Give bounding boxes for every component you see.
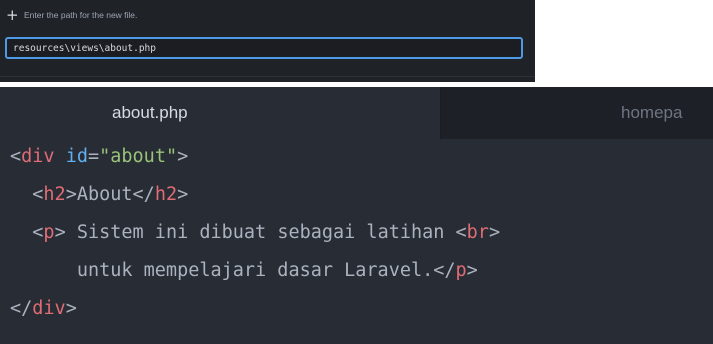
tag-name: p bbox=[43, 222, 55, 243]
attribute-name: id bbox=[65, 146, 88, 167]
tag-name: p bbox=[455, 260, 467, 281]
punctuation: > bbox=[466, 260, 478, 281]
code-editor: about.php homepa <div id="about"> <h2>Ab… bbox=[0, 87, 713, 344]
screenshot: + Enter the path for the new file. about… bbox=[0, 0, 713, 344]
attribute-value: "about" bbox=[99, 146, 178, 167]
text-content: About bbox=[76, 184, 133, 205]
new-file-dialog: + Enter the path for the new file. bbox=[0, 0, 535, 82]
code-line-5: </div> bbox=[10, 295, 77, 323]
punctuation: < bbox=[32, 184, 44, 205]
punctuation: < bbox=[10, 146, 22, 167]
punctuation: > bbox=[65, 298, 77, 319]
tab-homepage[interactable]: homepa bbox=[441, 87, 713, 139]
code-area[interactable]: <div id="about"> <h2>About</h2> <p> Sist… bbox=[0, 139, 713, 344]
new-file-header: + Enter the path for the new file. bbox=[6, 7, 137, 23]
tab-about-php[interactable]: about.php bbox=[0, 87, 440, 139]
text-content: untuk mempelajari dasar Laravel. bbox=[76, 260, 434, 281]
tag-name: h2 bbox=[43, 184, 66, 205]
code-line-3: <p> Sistem ini dibuat sebagai latihan <b… bbox=[10, 219, 500, 247]
code-line-1: <div id="about"> bbox=[10, 143, 188, 171]
tag-name: div bbox=[21, 146, 55, 167]
tag-name: br bbox=[466, 222, 489, 243]
code-line-2: <h2>About</h2> bbox=[10, 181, 188, 209]
punctuation: > bbox=[488, 222, 501, 243]
punctuation: </ bbox=[433, 260, 456, 281]
punctuation: > bbox=[177, 184, 189, 205]
tag-name: div bbox=[32, 298, 66, 319]
code-line-4: untuk mempelajari dasar Laravel.</p> bbox=[10, 257, 478, 285]
punctuation: > bbox=[177, 146, 189, 167]
text-content: Sistem ini dibuat sebagai latihan bbox=[65, 222, 456, 243]
tab-bar: about.php homepa bbox=[0, 87, 713, 139]
punctuation: > bbox=[54, 222, 66, 243]
punctuation: </ bbox=[10, 298, 33, 319]
punctuation: = bbox=[87, 146, 100, 167]
new-file-prompt-label: Enter the path for the new file. bbox=[24, 10, 138, 20]
punctuation: > bbox=[65, 184, 77, 205]
tab-label: about.php bbox=[112, 103, 188, 122]
punctuation: </ bbox=[132, 184, 155, 205]
punctuation: < bbox=[455, 222, 467, 243]
file-path-input[interactable] bbox=[5, 37, 523, 59]
tag-name: h2 bbox=[154, 184, 178, 205]
tab-label: homepa bbox=[621, 103, 683, 122]
divider bbox=[0, 76, 535, 77]
plus-icon: + bbox=[6, 6, 19, 24]
punctuation: < bbox=[32, 222, 44, 243]
